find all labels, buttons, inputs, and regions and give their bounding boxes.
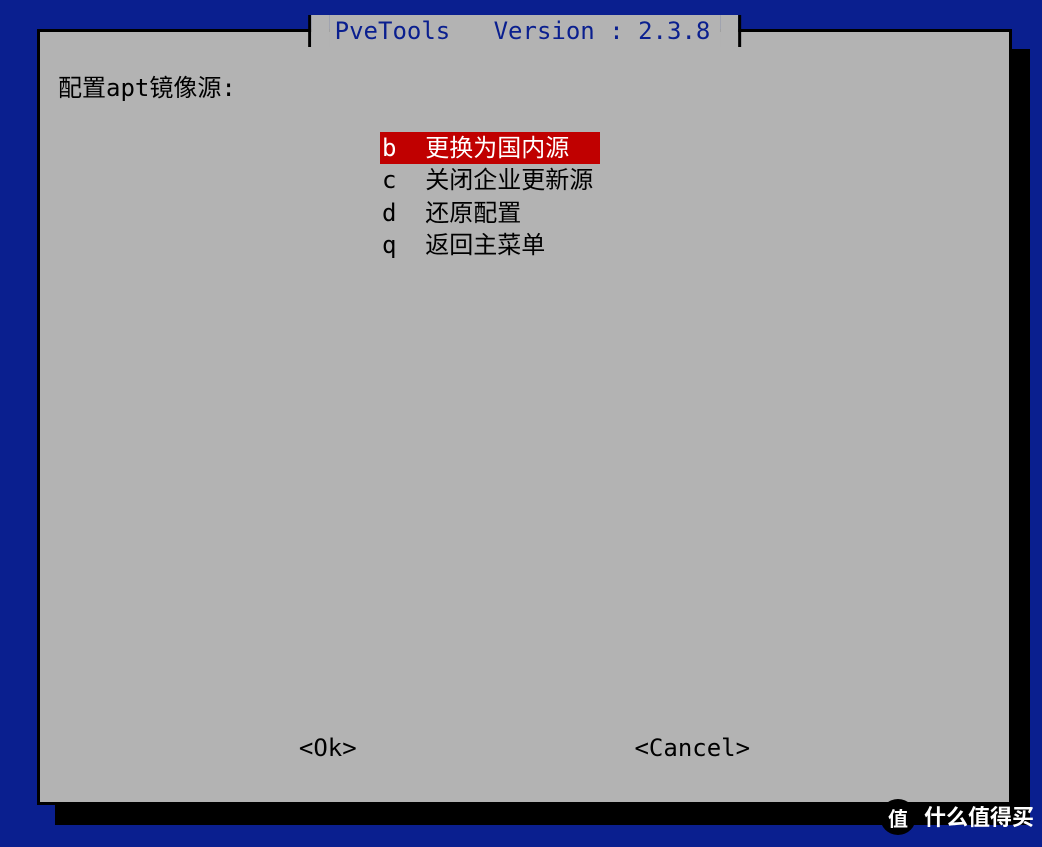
menu-list: b 更换为国内源 c 关闭企业更新源d 还原配置q 返回主菜单	[380, 132, 600, 262]
menu-item-key: q	[382, 229, 411, 261]
menu-item-label: 还原配置	[411, 199, 521, 227]
menu-item-q[interactable]: q 返回主菜单	[380, 229, 600, 261]
terminal-screen: PveTools Version : 2.3.8 配置apt镜像源: b 更换为…	[0, 0, 1042, 847]
menu-item-label: 返回主菜单	[411, 231, 545, 259]
dialog-title-bar: PveTools Version : 2.3.8	[308, 15, 742, 47]
menu-item-label: 更换为国内源	[411, 134, 598, 162]
watermark: 值 什么值得买	[880, 799, 1034, 835]
ok-button[interactable]: <Ok>	[299, 732, 357, 764]
watermark-text: 什么值得买	[924, 802, 1034, 832]
menu-item-key: b	[382, 132, 411, 164]
menu-item-label: 关闭企业更新源	[411, 166, 593, 194]
frame-gap-left	[311, 15, 329, 47]
menu-item-key: d	[382, 197, 411, 229]
cancel-button[interactable]: <Cancel>	[634, 732, 750, 764]
menu-item-c[interactable]: c 关闭企业更新源	[380, 164, 600, 196]
menu-item-key: c	[382, 164, 411, 196]
dialog-buttons: <Ok> <Cancel>	[40, 732, 1009, 764]
dialog-title: PveTools Version : 2.3.8	[329, 15, 721, 47]
prompt-label: 配置apt镜像源:	[58, 72, 236, 104]
watermark-badge-icon: 值	[880, 799, 916, 835]
menu-item-d[interactable]: d 还原配置	[380, 197, 600, 229]
frame-tee-right	[738, 15, 741, 47]
frame-gap-right	[720, 15, 738, 47]
menu-item-b[interactable]: b 更换为国内源	[380, 132, 600, 164]
dialog-box: PveTools Version : 2.3.8 配置apt镜像源: b 更换为…	[37, 29, 1012, 805]
